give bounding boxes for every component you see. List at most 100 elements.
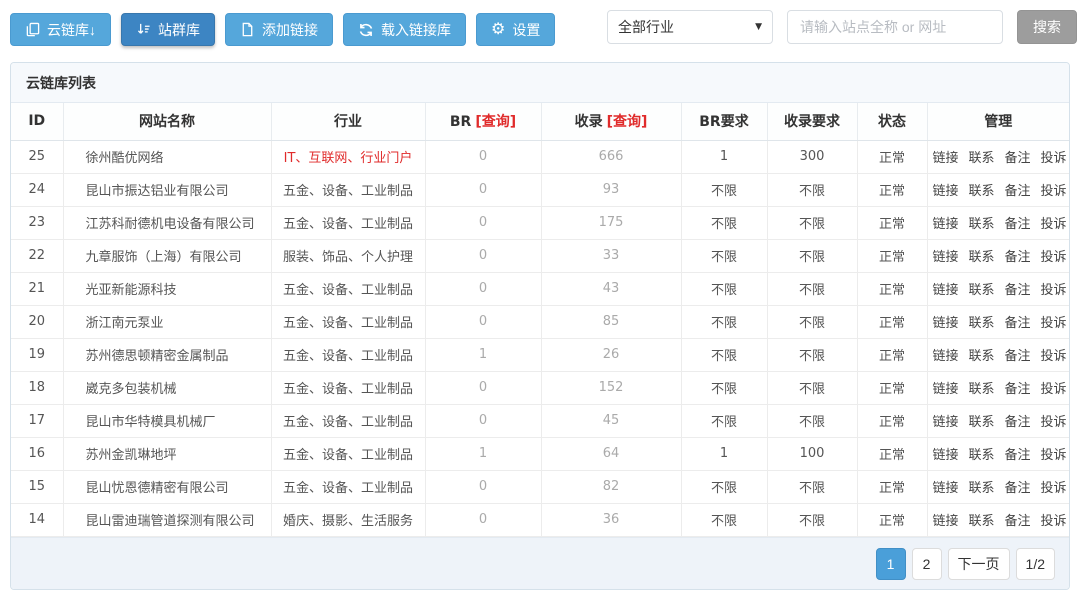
cell-manage: 链接联系备注投诉 (927, 140, 1069, 173)
manage-link-complain[interactable]: 投诉 (1041, 283, 1067, 298)
cell-status: 正常 (857, 206, 927, 239)
manage-link-complain[interactable]: 投诉 (1041, 415, 1067, 430)
manage-link-complain[interactable]: 投诉 (1041, 316, 1067, 331)
manage-link-link[interactable]: 链接 (933, 448, 959, 463)
manage-link-contact[interactable]: 联系 (969, 184, 995, 199)
manage-link-link[interactable]: 链接 (933, 250, 959, 265)
toolbar-button-group: 云链库↓ 站群库 添加链接 载入链接库 ⚙ 设置 (10, 13, 555, 62)
load-link-library-button[interactable]: 载入链接库 (343, 13, 466, 46)
table-row: 23 江苏科耐德机电设备有限公司 五金、设备、工业制品 0 175 不限 不限 … (11, 206, 1069, 239)
site-group-library-button[interactable]: 站群库 (121, 13, 215, 46)
manage-link-link[interactable]: 链接 (933, 514, 959, 529)
br-query-link[interactable]: [查询] (475, 114, 516, 130)
cell-site-name: 九章服饰（上海）有限公司 (63, 239, 271, 272)
search-button[interactable]: 搜索 (1017, 10, 1077, 44)
cell-br: 0 (425, 404, 541, 437)
add-link-button[interactable]: 添加链接 (225, 13, 333, 46)
manage-link-complain[interactable]: 投诉 (1041, 217, 1067, 232)
manage-link-link[interactable]: 链接 (933, 283, 959, 298)
included-query-link[interactable]: [查询] (607, 114, 648, 130)
manage-link-link[interactable]: 链接 (933, 349, 959, 364)
cell-br: 0 (425, 173, 541, 206)
manage-link-contact[interactable]: 联系 (969, 349, 995, 364)
manage-link-contact[interactable]: 联系 (969, 316, 995, 331)
cell-included-req: 不限 (767, 371, 857, 404)
manage-link-note[interactable]: 备注 (1005, 415, 1031, 430)
cell-id: 15 (11, 470, 63, 503)
manage-link-note[interactable]: 备注 (1005, 217, 1031, 232)
manage-link-link[interactable]: 链接 (933, 415, 959, 430)
pagination-page-1[interactable]: 1 (876, 548, 906, 580)
manage-link-link[interactable]: 链接 (933, 184, 959, 199)
pagination-next-button[interactable]: 下一页 (948, 548, 1010, 580)
industry-select-value: 全部行业 (618, 17, 674, 37)
panel-title: 云链库列表 (26, 73, 96, 93)
cloud-link-library-label: 云链库↓ (47, 20, 96, 40)
manage-link-contact[interactable]: 联系 (969, 448, 995, 463)
cell-id: 14 (11, 503, 63, 536)
pagination-summary[interactable]: 1/2 (1016, 548, 1055, 580)
cell-industry: 五金、设备、工业制品 (271, 371, 425, 404)
manage-link-link[interactable]: 链接 (933, 316, 959, 331)
cell-site-name: 徐州酷优网络 (63, 140, 271, 173)
cell-br-req: 不限 (681, 272, 767, 305)
manage-link-note[interactable]: 备注 (1005, 184, 1031, 199)
manage-link-note[interactable]: 备注 (1005, 151, 1031, 166)
manage-link-note[interactable]: 备注 (1005, 382, 1031, 397)
cell-manage: 链接联系备注投诉 (927, 470, 1069, 503)
manage-link-link[interactable]: 链接 (933, 217, 959, 232)
manage-link-contact[interactable]: 联系 (969, 283, 995, 298)
cell-included: 82 (541, 470, 681, 503)
cell-id: 19 (11, 338, 63, 371)
manage-link-note[interactable]: 备注 (1005, 349, 1031, 364)
cell-site-name: 光亚新能源科技 (63, 272, 271, 305)
cell-industry: 五金、设备、工业制品 (271, 404, 425, 437)
cell-site-name: 苏州德思顿精密金属制品 (63, 338, 271, 371)
site-search-input[interactable] (787, 10, 1003, 44)
manage-link-complain[interactable]: 投诉 (1041, 481, 1067, 496)
table-row: 21 光亚新能源科技 五金、设备、工业制品 0 43 不限 不限 正常 链接联系… (11, 272, 1069, 305)
manage-link-contact[interactable]: 联系 (969, 151, 995, 166)
manage-link-note[interactable]: 备注 (1005, 283, 1031, 298)
manage-link-complain[interactable]: 投诉 (1041, 349, 1067, 364)
gear-icon: ⚙ (491, 22, 505, 38)
cell-status: 正常 (857, 437, 927, 470)
cell-br-req: 不限 (681, 470, 767, 503)
manage-link-link[interactable]: 链接 (933, 382, 959, 397)
cell-br: 0 (425, 239, 541, 272)
table-row: 15 昆山忧恩德精密有限公司 五金、设备、工业制品 0 82 不限 不限 正常 … (11, 470, 1069, 503)
cloud-link-library-button[interactable]: 云链库↓ (10, 13, 111, 46)
cell-manage: 链接联系备注投诉 (927, 272, 1069, 305)
manage-link-link[interactable]: 链接 (933, 481, 959, 496)
load-link-library-label: 载入链接库 (381, 20, 451, 40)
cell-id: 22 (11, 239, 63, 272)
settings-button[interactable]: ⚙ 设置 (476, 13, 555, 46)
manage-link-link[interactable]: 链接 (933, 151, 959, 166)
cell-br: 0 (425, 305, 541, 338)
manage-link-complain[interactable]: 投诉 (1041, 184, 1067, 199)
manage-link-contact[interactable]: 联系 (969, 382, 995, 397)
manage-link-note[interactable]: 备注 (1005, 250, 1031, 265)
manage-link-note[interactable]: 备注 (1005, 448, 1031, 463)
cell-br-req: 1 (681, 140, 767, 173)
cell-industry: 五金、设备、工业制品 (271, 338, 425, 371)
cell-id: 17 (11, 404, 63, 437)
manage-link-contact[interactable]: 联系 (969, 481, 995, 496)
manage-link-contact[interactable]: 联系 (969, 217, 995, 232)
manage-link-contact[interactable]: 联系 (969, 415, 995, 430)
manage-link-contact[interactable]: 联系 (969, 250, 995, 265)
pagination-page-2[interactable]: 2 (912, 548, 942, 580)
manage-link-note[interactable]: 备注 (1005, 514, 1031, 529)
manage-link-complain[interactable]: 投诉 (1041, 151, 1067, 166)
manage-link-complain[interactable]: 投诉 (1041, 250, 1067, 265)
cell-br-req: 不限 (681, 371, 767, 404)
manage-link-contact[interactable]: 联系 (969, 514, 995, 529)
manage-link-complain[interactable]: 投诉 (1041, 448, 1067, 463)
manage-link-note[interactable]: 备注 (1005, 316, 1031, 331)
cell-industry: 五金、设备、工业制品 (271, 437, 425, 470)
manage-link-complain[interactable]: 投诉 (1041, 382, 1067, 397)
cell-industry: 五金、设备、工业制品 (271, 206, 425, 239)
manage-link-note[interactable]: 备注 (1005, 481, 1031, 496)
manage-link-complain[interactable]: 投诉 (1041, 514, 1067, 529)
industry-select[interactable]: 全部行业 ▼ (607, 10, 773, 44)
